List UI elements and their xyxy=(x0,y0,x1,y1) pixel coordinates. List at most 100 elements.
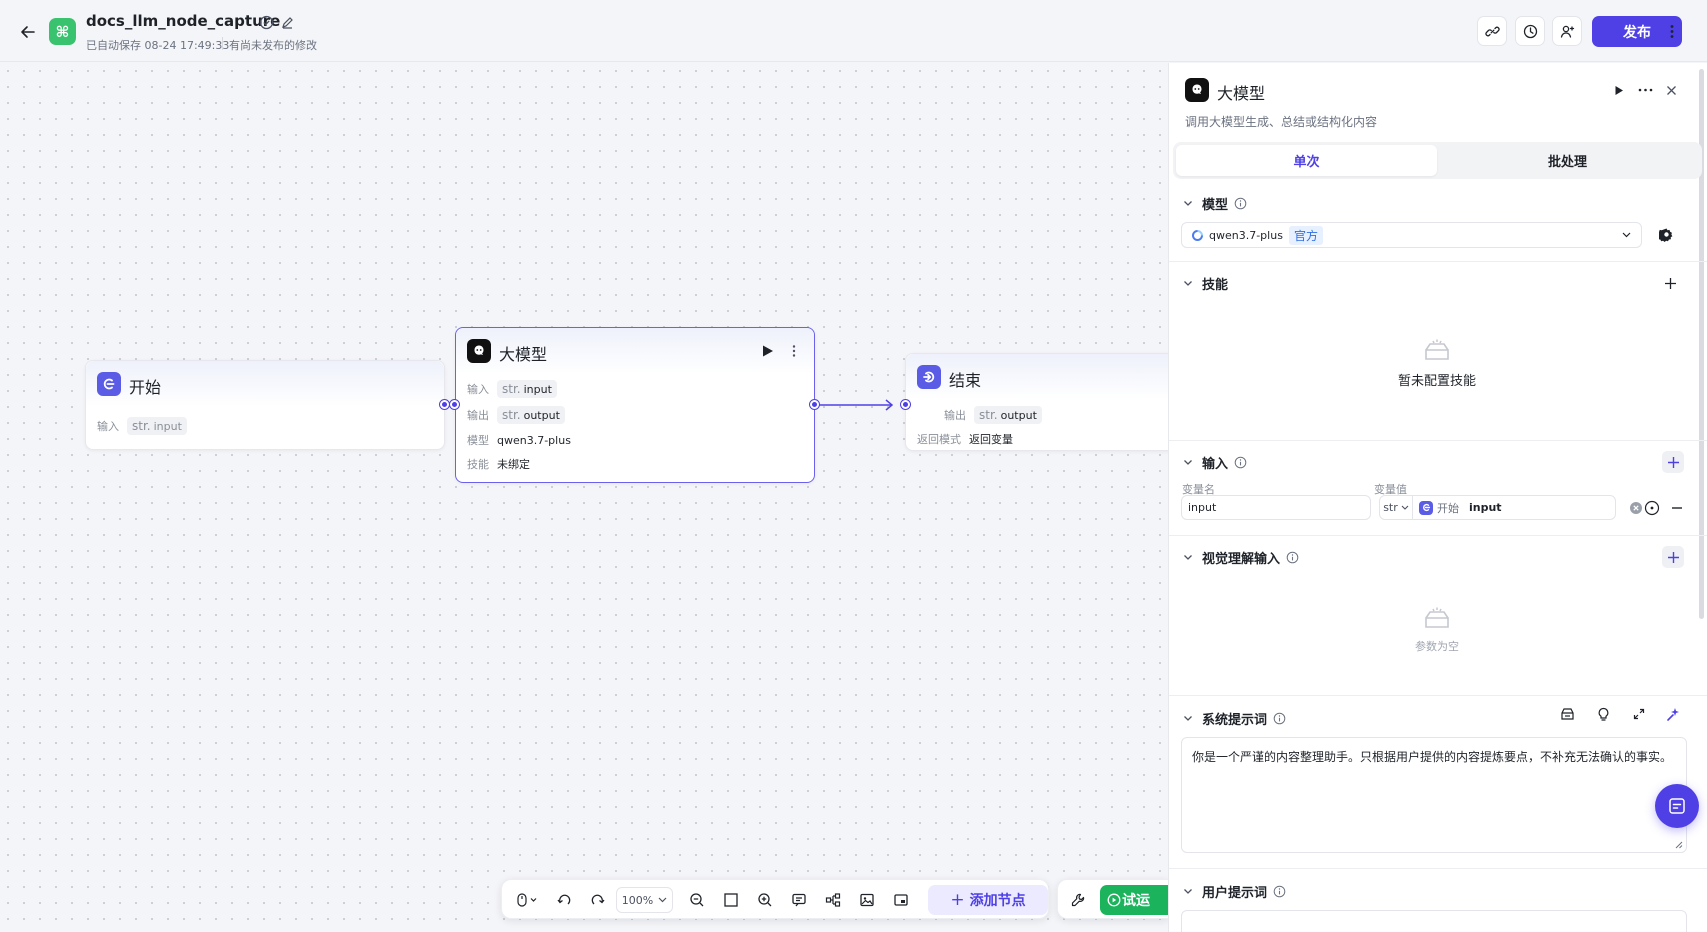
tab-batch[interactable]: 批处理 xyxy=(1437,145,1698,176)
start-node[interactable]: 开始 输入 str. input xyxy=(85,360,445,450)
var-type-select[interactable]: str xyxy=(1379,495,1413,520)
history-button[interactable] xyxy=(1515,16,1545,46)
add-input-button[interactable] xyxy=(1662,451,1684,473)
var-reference-field[interactable]: 开始 input xyxy=(1413,495,1642,520)
llm-node[interactable]: 大模型 输入 str. input 输出 str. output 模型 qwen3.… xyxy=(455,327,815,483)
ai-optimize-sparkle-icon[interactable] xyxy=(1663,704,1683,724)
pointer-mode-button[interactable] xyxy=(512,889,542,911)
start-input-row: 输入 str. input xyxy=(97,414,187,438)
prompt-library-icon[interactable] xyxy=(1557,704,1577,724)
panel-more-button[interactable] xyxy=(1635,80,1655,100)
llm-output-chip: str. output xyxy=(497,406,565,424)
user-share-icon xyxy=(1560,24,1575,39)
llm-skill-row: 技能 未绑定 xyxy=(467,458,530,471)
remove-input-icon[interactable] xyxy=(1672,507,1682,509)
var-name-input[interactable]: input xyxy=(1181,495,1371,520)
test-run-label: 试运 xyxy=(1122,893,1150,909)
section-divider xyxy=(1169,868,1707,869)
export-image-button[interactable] xyxy=(855,889,879,911)
resize-handle-icon[interactable] xyxy=(1675,841,1683,849)
end-node-header: 结束 xyxy=(906,354,1168,400)
add-node-label: 添加节点 xyxy=(969,893,1026,909)
test-run-button[interactable]: 试运 xyxy=(1100,885,1169,915)
llm-model-icon xyxy=(467,339,491,363)
top-header: ⌘ docs_llm_node_capture 已自动保存 08-24 17:4… xyxy=(0,0,1707,62)
autosave-status: 已自动保存 08-24 17:49:33 xyxy=(86,39,230,52)
vision-empty-text: 参数为空 xyxy=(1415,640,1459,653)
skills-empty-text: 暂未配置技能 xyxy=(1397,374,1476,389)
close-panel-button[interactable] xyxy=(1661,80,1681,100)
back-arrow-icon[interactable] xyxy=(18,22,38,42)
link-icon xyxy=(1484,24,1500,39)
mouse-icon xyxy=(516,893,538,907)
skills-section-header[interactable]: 技能 xyxy=(1182,273,1228,293)
model-settings-gear-icon[interactable] xyxy=(1659,227,1674,242)
zoom-value: 100% xyxy=(621,893,654,907)
layout-tree-icon xyxy=(825,892,841,908)
official-badge: 官方 xyxy=(1288,225,1323,245)
zoom-select[interactable]: 100% xyxy=(616,887,673,913)
end-node[interactable]: 结束 输出 str. output 返回模式 返回变量 xyxy=(905,353,1168,451)
add-vision-input-button[interactable] xyxy=(1662,546,1684,568)
llm-model-icon xyxy=(1185,78,1209,102)
zoom-in-button[interactable] xyxy=(753,889,777,911)
variable-picker-icon[interactable] xyxy=(1644,500,1660,516)
more-vertical-icon xyxy=(1670,24,1674,39)
model-section-header[interactable]: 模型 xyxy=(1182,193,1247,213)
fit-view-button[interactable] xyxy=(719,889,743,911)
tab-single[interactable]: 单次 xyxy=(1176,145,1437,176)
plus-icon: + xyxy=(950,890,965,910)
user-prompt-section-header[interactable]: 用户提示词 xyxy=(1182,881,1286,901)
system-prompt-section-header[interactable]: 系统提示词 xyxy=(1182,708,1286,728)
end-return-row: 返回模式 返回变量 xyxy=(917,433,1013,446)
user-prompt-textarea[interactable] xyxy=(1181,910,1687,932)
zoom-out-button[interactable] xyxy=(685,889,709,911)
system-prompt-textarea[interactable]: 你是一个严谨的内容整理助手。只根据用户提供的内容提炼要点，不补充无法确认的事实。 xyxy=(1181,737,1687,853)
check-circle-icon xyxy=(259,15,274,30)
zoom-in-icon xyxy=(757,892,773,908)
redo-icon xyxy=(590,892,606,908)
collaborator-button[interactable] xyxy=(1552,16,1582,46)
input-section-header[interactable]: 输入 xyxy=(1182,452,1247,472)
comment-button[interactable] xyxy=(787,889,811,911)
add-skill-button[interactable] xyxy=(1659,272,1681,294)
run-node-button[interactable] xyxy=(1609,80,1629,100)
llm-output-port[interactable] xyxy=(810,400,819,409)
clear-circle-icon[interactable] xyxy=(1629,501,1643,515)
chevron-down-icon xyxy=(1182,277,1194,289)
chevron-down-icon xyxy=(1182,197,1194,209)
end-output-row: 输出 str. output xyxy=(944,403,1042,427)
redo-button[interactable] xyxy=(586,889,610,911)
model-select[interactable]: qwen3.7-plus 官方 xyxy=(1181,222,1642,248)
section-divider xyxy=(1169,261,1707,262)
wrench-icon xyxy=(1070,892,1086,908)
info-icon xyxy=(1286,551,1299,564)
start-output-port[interactable] xyxy=(440,400,449,409)
llm-node-title: 大模型 xyxy=(499,345,548,364)
vision-section-header[interactable]: 视觉理解输入 xyxy=(1182,547,1299,567)
prompt-tips-lightbulb-icon[interactable] xyxy=(1593,704,1613,724)
info-icon xyxy=(1273,885,1286,898)
assistant-float-button[interactable] xyxy=(1655,784,1699,828)
square-frame-icon xyxy=(723,892,739,908)
edit-pencil-icon[interactable] xyxy=(281,16,294,29)
workflow-canvas[interactable]: 开始 输入 str. input 大模型 输入 str. input 输出 st… xyxy=(0,63,1168,932)
debug-tools-button[interactable] xyxy=(1066,889,1090,911)
expand-icon[interactable] xyxy=(1629,704,1649,724)
start-icon xyxy=(1419,500,1433,515)
add-node-button[interactable]: + 添加节点 xyxy=(928,885,1048,915)
llm-node-more-icon[interactable] xyxy=(792,344,796,358)
auto-layout-button[interactable] xyxy=(821,889,845,911)
llm-input-port[interactable] xyxy=(450,400,459,409)
info-icon xyxy=(1234,197,1247,210)
clock-icon xyxy=(1523,24,1538,39)
more-options-button[interactable] xyxy=(1660,16,1684,46)
skills-empty-state: 暂未配置技能 xyxy=(1357,338,1517,389)
minimap-button[interactable] xyxy=(889,889,913,911)
status-divider xyxy=(222,37,223,50)
undo-button[interactable] xyxy=(552,889,576,911)
node-config-panel: 大模型 调用大模型生成、总结或结构化内容 单次 批处理 模型 qwen3.7-p… xyxy=(1168,63,1707,932)
link-button[interactable] xyxy=(1477,16,1507,46)
play-icon[interactable] xyxy=(761,344,774,358)
end-input-port[interactable] xyxy=(901,400,910,409)
